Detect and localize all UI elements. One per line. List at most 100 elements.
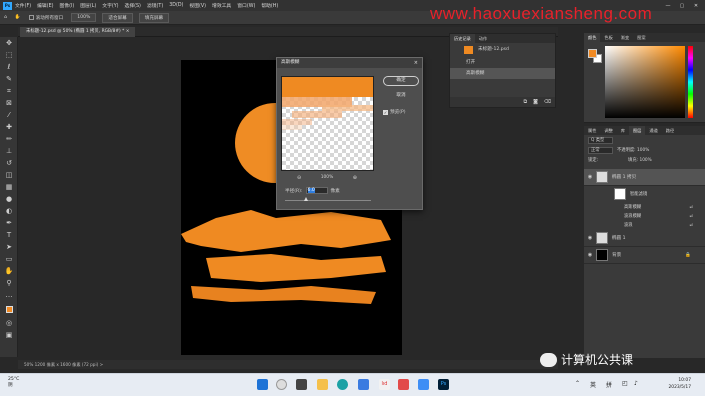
ok-button[interactable]: 确定 bbox=[383, 76, 419, 86]
edge-icon[interactable] bbox=[337, 379, 348, 390]
marquee-tool-icon[interactable]: ⬚ bbox=[0, 49, 18, 61]
visibility-eye-icon[interactable]: ◉ bbox=[584, 235, 596, 241]
brush-tool-icon[interactable]: ✏ bbox=[0, 133, 18, 145]
tab-actions[interactable]: 动作 bbox=[475, 34, 491, 43]
radius-slider-track[interactable] bbox=[285, 200, 371, 201]
quick-mask-icon[interactable]: ◎ bbox=[0, 317, 18, 329]
menu-filter[interactable]: 滤镜(T) bbox=[147, 2, 163, 9]
home-icon[interactable]: ⌂ bbox=[4, 15, 7, 20]
hand-tool-icon[interactable]: ✋ bbox=[15, 15, 21, 20]
move-tool-icon[interactable]: ✥ bbox=[0, 37, 18, 49]
layer-ellipse-copy[interactable]: ◉ 椭圆 1 拷贝 bbox=[584, 169, 705, 186]
file-explorer-icon[interactable] bbox=[317, 379, 328, 390]
preview-checkbox[interactable]: ✓ bbox=[383, 109, 388, 115]
opacity-control[interactable]: 不透明度: 100% bbox=[617, 147, 649, 153]
scroll-all-checkbox[interactable] bbox=[28, 14, 34, 20]
frame-tool-icon[interactable]: ⊠ bbox=[0, 97, 18, 109]
close-window-button[interactable]: ✕ bbox=[689, 3, 703, 9]
tab-layers[interactable]: 图层 bbox=[628, 126, 646, 135]
layer-ellipse[interactable]: ◉ 椭圆 1 bbox=[584, 230, 705, 247]
crop-tool-icon[interactable]: ⌗ bbox=[0, 85, 18, 97]
tab-patterns[interactable]: 图案 bbox=[633, 33, 649, 42]
menu-select[interactable]: 选择(S) bbox=[125, 2, 141, 9]
zoom-tool-icon[interactable]: ⚲ bbox=[0, 277, 18, 289]
menu-window[interactable]: 窗口(W) bbox=[237, 2, 255, 9]
minimize-button[interactable]: — bbox=[661, 3, 675, 9]
filter-options-icon[interactable]: ⇌ bbox=[689, 203, 693, 212]
start-icon[interactable] bbox=[257, 379, 268, 390]
zoom-level-button[interactable]: 100% bbox=[71, 13, 97, 22]
fit-screen-button[interactable]: 适合屏幕 bbox=[102, 12, 133, 23]
app-icon[interactable] bbox=[358, 379, 369, 390]
color-picker-field[interactable] bbox=[605, 46, 685, 118]
fill-control[interactable]: 填充: 100% bbox=[628, 157, 652, 163]
photoshop-taskbar-icon[interactable]: Ps bbox=[438, 379, 449, 390]
menu-file[interactable]: 文件(F) bbox=[15, 2, 31, 9]
dialog-title-bar[interactable]: 高斯模糊 × bbox=[277, 58, 422, 68]
smart-filter-item[interactable]: 波浪 ⇌ bbox=[584, 221, 705, 230]
radius-input[interactable]: 6.0 bbox=[305, 187, 328, 194]
trash-icon[interactable]: ⌫ bbox=[544, 99, 551, 105]
zoom-out-icon[interactable]: ⊖ bbox=[297, 175, 301, 181]
ime-indicator[interactable]: 英 bbox=[590, 380, 596, 389]
color-swatches-icon[interactable] bbox=[0, 301, 18, 317]
history-item-gaussian-blur[interactable]: 高斯模糊 bbox=[450, 68, 555, 79]
scroll-all-windows[interactable]: 滚动所有窗口 bbox=[28, 14, 63, 21]
menu-help[interactable]: 帮助(H) bbox=[261, 2, 278, 9]
system-clock[interactable]: 10:07 2023/5/17 bbox=[668, 378, 691, 391]
radius-slider-thumb[interactable] bbox=[303, 197, 308, 201]
cancel-button[interactable]: 取消 bbox=[383, 92, 419, 102]
pen-tool-icon[interactable]: ✒ bbox=[0, 217, 18, 229]
layer-kind-filter[interactable]: Q 类型 bbox=[588, 136, 613, 144]
camera-icon[interactable]: ◙ bbox=[533, 99, 538, 105]
blur-preview[interactable] bbox=[281, 76, 374, 171]
visibility-eye-icon[interactable]: ◉ bbox=[584, 174, 596, 180]
type-tool-icon[interactable]: T bbox=[0, 229, 18, 241]
document-tab[interactable]: 未标题-12.psd @ 50% (椭圆 1 拷贝, RGB/8#) * × bbox=[20, 27, 136, 37]
menu-view[interactable]: 视图(V) bbox=[189, 2, 206, 9]
tab-paths[interactable]: 路径 bbox=[662, 126, 678, 135]
stamp-tool-icon[interactable]: ⊥ bbox=[0, 145, 18, 157]
hue-slider[interactable] bbox=[688, 46, 693, 118]
menu-type[interactable]: 文字(Y) bbox=[102, 2, 118, 9]
tab-libraries[interactable]: 库 bbox=[617, 126, 629, 135]
menu-image[interactable]: 图像(I) bbox=[59, 2, 74, 9]
history-item-open[interactable]: 打开 bbox=[450, 57, 555, 68]
shape-tool-icon[interactable]: ▭ bbox=[0, 253, 18, 265]
task-view-icon[interactable] bbox=[296, 379, 307, 390]
volume-icon[interactable]: ♪ bbox=[634, 380, 638, 387]
hand-tool-icon[interactable]: ✋ bbox=[0, 265, 18, 277]
app-icon-cloud[interactable] bbox=[418, 379, 429, 390]
tray-chevron-icon[interactable]: ⌃ bbox=[575, 380, 580, 387]
zoom-in-icon[interactable]: ⊕ bbox=[353, 175, 357, 181]
new-document-icon[interactable]: ⧉ bbox=[523, 99, 527, 105]
eraser-tool-icon[interactable]: ◫ bbox=[0, 169, 18, 181]
network-icon[interactable]: ◰ bbox=[622, 380, 628, 387]
filter-options-icon[interactable]: ⇌ bbox=[689, 221, 693, 230]
menu-edit[interactable]: 编辑(E) bbox=[37, 2, 53, 9]
search-icon[interactable] bbox=[276, 379, 287, 390]
ime-mode-indicator[interactable]: 拼 bbox=[606, 380, 612, 389]
smart-filters-header[interactable]: 智能滤镜 bbox=[584, 186, 705, 203]
fill-screen-button[interactable]: 填充屏幕 bbox=[138, 12, 170, 23]
layer-background[interactable]: ◉ 背景 🔒 bbox=[584, 247, 705, 264]
tab-color[interactable]: 颜色 bbox=[584, 33, 601, 42]
tab-channels[interactable]: 通道 bbox=[645, 126, 661, 135]
app-icon-text[interactable]: lıd bbox=[379, 379, 390, 390]
screen-mode-icon[interactable]: ▣ bbox=[0, 329, 18, 341]
lasso-tool-icon[interactable]: ℓ bbox=[0, 61, 18, 73]
blur-tool-icon[interactable]: ● bbox=[0, 193, 18, 205]
maximize-button[interactable]: ▢ bbox=[675, 3, 689, 9]
tab-swatches[interactable]: 色板 bbox=[600, 33, 616, 42]
more-tools-icon[interactable]: … bbox=[0, 289, 18, 301]
menu-3d[interactable]: 3D(D) bbox=[169, 3, 183, 8]
preview-toggle[interactable]: ✓ 预览(P) bbox=[383, 109, 406, 115]
history-brush-icon[interactable]: ↺ bbox=[0, 157, 18, 169]
weather-widget[interactable]: 25°C 阴 bbox=[8, 377, 19, 389]
tab-history[interactable]: 历史记录 bbox=[450, 34, 475, 43]
tab-properties[interactable]: 属性 bbox=[584, 126, 600, 135]
tab-adjustments[interactable]: 调整 bbox=[600, 126, 616, 135]
visibility-eye-icon[interactable]: ◉ bbox=[584, 252, 596, 258]
app-icon-red[interactable] bbox=[398, 379, 409, 390]
foreground-color-swatch[interactable] bbox=[588, 49, 597, 58]
